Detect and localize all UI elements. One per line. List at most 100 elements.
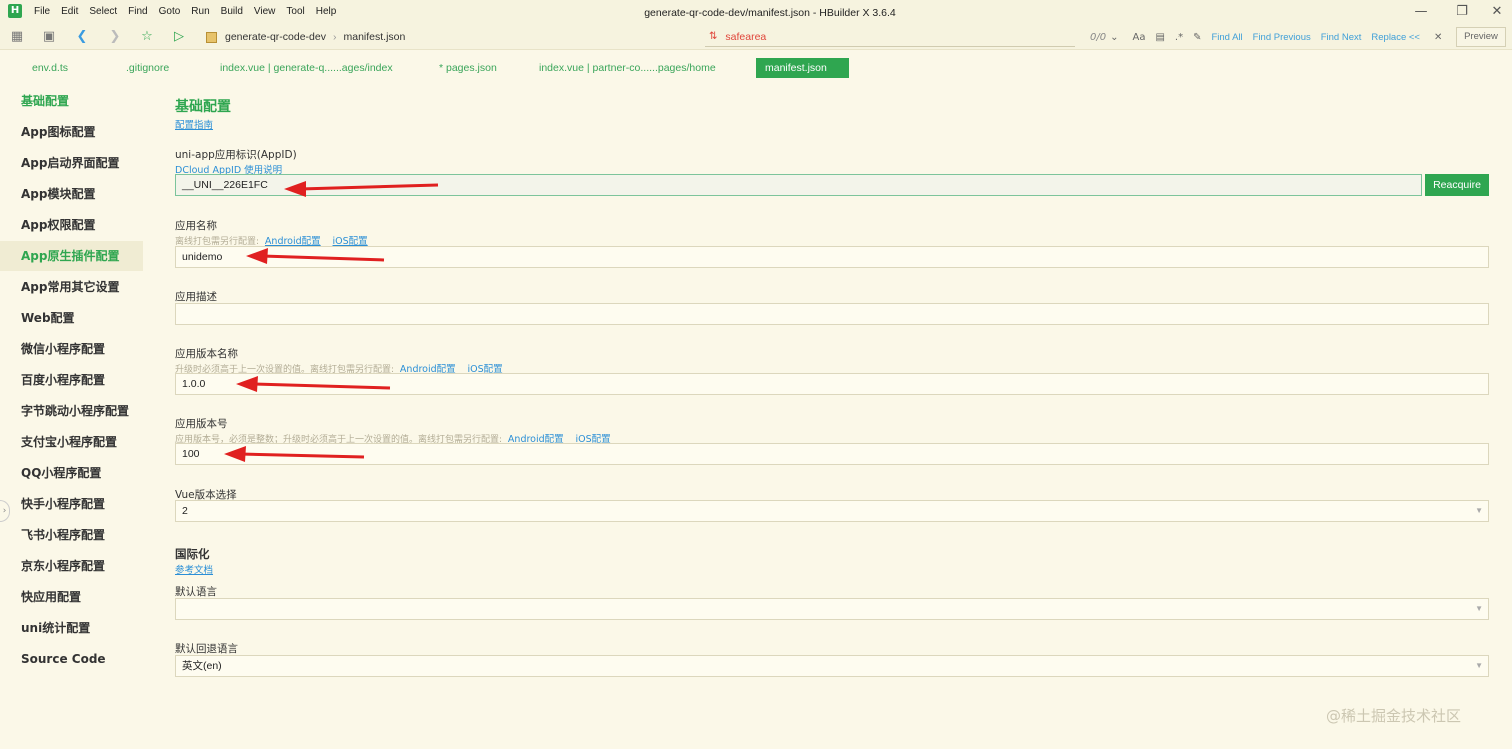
- sidebar-item-toutiao[interactable]: 字节跳动小程序配置: [0, 396, 143, 426]
- menu-run[interactable]: Run: [191, 0, 209, 24]
- sidebar-item-app-other[interactable]: App常用其它设置: [0, 272, 143, 302]
- save-icon[interactable]: ▣: [40, 28, 58, 46]
- sidebar-item-app-native-plugins[interactable]: App原生插件配置: [0, 241, 143, 271]
- page-title: 基础配置: [175, 99, 231, 115]
- sidebar-item-app-icon[interactable]: App图标配置: [0, 117, 143, 147]
- find-query: safearea: [725, 30, 767, 43]
- watermark: @稀土掘金技术社区: [1326, 707, 1462, 725]
- find-next-button[interactable]: Find Next: [1321, 32, 1362, 43]
- sidebar-item-qq[interactable]: QQ小程序配置: [0, 458, 143, 488]
- i18n-doc-link[interactable]: 参考文档: [175, 562, 213, 576]
- sidebar-item-app-splash[interactable]: App启动界面配置: [0, 148, 143, 178]
- menu-tool[interactable]: Tool: [286, 0, 304, 24]
- breadcrumb-separator-icon: ›: [332, 31, 337, 43]
- fallback-lang-label: 默认回退语言: [175, 643, 238, 655]
- sidebar-item-source-code[interactable]: Source Code: [0, 644, 143, 674]
- preview-button[interactable]: Preview: [1456, 27, 1506, 47]
- regex-icon[interactable]: .*: [1175, 32, 1183, 43]
- forward-icon[interactable]: ❯: [106, 28, 124, 46]
- app-name-hint: 离线打包需另行配置: Android配置 iOS配置: [175, 233, 374, 247]
- chevron-down-icon: ▼: [1475, 661, 1483, 670]
- toolbar: ▦ ▣ ❮ ❯ ☆ ▷ generate-qr-code-dev › manif…: [0, 24, 1512, 50]
- sidebar-item-alipay[interactable]: 支付宝小程序配置: [0, 427, 143, 457]
- maximize-icon[interactable]: ❐: [1453, 3, 1471, 21]
- editor-tab-bar: env.d.ts .gitignore index.vue | generate…: [0, 58, 1512, 78]
- tab-index-vue-generate[interactable]: index.vue | generate-q......ages/index: [220, 58, 393, 78]
- sidebar-item-app-permissions[interactable]: App权限配置: [0, 210, 143, 240]
- appid-field[interactable]: __UNI__226E1FC: [175, 174, 1422, 196]
- chevron-down-icon[interactable]: ⌄: [1110, 32, 1118, 43]
- title-bar: H File Edit Select Find Goto Run Build V…: [0, 0, 1512, 24]
- sidebar-item-web[interactable]: Web配置: [0, 303, 143, 333]
- match-case-icon[interactable]: Aa: [1132, 32, 1145, 43]
- version-name-label: 应用版本名称: [175, 348, 238, 360]
- sidebar-item-quickapp[interactable]: 快应用配置: [0, 582, 143, 612]
- sidebar-item-feishu[interactable]: 飞书小程序配置: [0, 520, 143, 550]
- app-name-label: 应用名称: [175, 220, 217, 232]
- tab-pages-json[interactable]: * pages.json: [439, 58, 497, 78]
- config-sidebar: 基础配置 App图标配置 App启动界面配置 App模块配置 App权限配置 A…: [0, 86, 143, 749]
- search-regex-icon: ⇅: [709, 31, 718, 42]
- find-previous-button[interactable]: Find Previous: [1253, 32, 1311, 43]
- tab-env-d-ts[interactable]: env.d.ts: [32, 58, 68, 78]
- menu-select[interactable]: Select: [89, 0, 117, 24]
- menu-view[interactable]: View: [254, 0, 276, 24]
- file-icon[interactable]: ▦: [8, 28, 26, 46]
- sidebar-item-uni-stat[interactable]: uni统计配置: [0, 613, 143, 643]
- minimize-icon[interactable]: —: [1412, 3, 1430, 21]
- project-folder-icon: [206, 31, 217, 43]
- close-find-icon[interactable]: ✕: [1434, 32, 1442, 43]
- breadcrumb-project[interactable]: generate-qr-code-dev: [225, 31, 326, 43]
- menu-help[interactable]: Help: [316, 0, 337, 24]
- menu-find[interactable]: Find: [128, 0, 147, 24]
- app-desc-label: 应用描述: [175, 291, 217, 303]
- breadcrumb-file[interactable]: manifest.json: [343, 31, 405, 43]
- config-form: 基础配置 配置指南 uni-app应用标识(AppID) DCloud AppI…: [145, 86, 1512, 749]
- version-code-field[interactable]: 100: [175, 443, 1489, 465]
- fallback-lang-value: 英文(en): [182, 660, 222, 672]
- sidebar-item-baidu[interactable]: 百度小程序配置: [0, 365, 143, 395]
- sidebar-item-jd[interactable]: 京东小程序配置: [0, 551, 143, 581]
- vue-version-select[interactable]: 2 ▼: [175, 500, 1489, 522]
- back-icon[interactable]: ❮: [73, 28, 91, 46]
- find-all-button[interactable]: Find All: [1211, 32, 1242, 43]
- tab-gitignore[interactable]: .gitignore: [126, 58, 169, 78]
- i18n-title: 国际化: [175, 547, 210, 561]
- run-icon[interactable]: ▷: [170, 28, 188, 46]
- appid-label: uni-app应用标识(AppID): [175, 149, 297, 161]
- menu-bar: File Edit Select Find Goto Run Build Vie…: [34, 0, 347, 24]
- close-icon[interactable]: ✕: [1488, 3, 1506, 21]
- version-name-field[interactable]: 1.0.0: [175, 373, 1489, 395]
- config-guide-link[interactable]: 配置指南: [175, 117, 213, 131]
- version-code-label: 应用版本号: [175, 418, 228, 430]
- find-count: 0/0: [1090, 31, 1107, 43]
- tab-index-vue-partner[interactable]: index.vue | partner-co......pages/home: [539, 58, 716, 78]
- window-title: generate-qr-code-dev/manifest.json - HBu…: [644, 7, 896, 19]
- replace-toggle-button[interactable]: Replace <<: [1371, 32, 1420, 43]
- chevron-down-icon: ▼: [1475, 506, 1483, 515]
- find-bar: ⇅ safearea 0/0 ⌄ Aa ▤ .* ✎ Find All Find…: [705, 26, 1445, 48]
- sidebar-item-basic[interactable]: 基础配置: [0, 86, 143, 116]
- default-lang-label: 默认语言: [175, 586, 217, 598]
- menu-goto[interactable]: Goto: [159, 0, 181, 24]
- app-name-field[interactable]: unidemo: [175, 246, 1489, 268]
- menu-edit[interactable]: Edit: [61, 0, 78, 24]
- sidebar-item-kuaishou[interactable]: 快手小程序配置: [0, 489, 143, 519]
- menu-build[interactable]: Build: [221, 0, 243, 24]
- vue-version-value: 2: [182, 505, 188, 517]
- sidebar-item-weixin[interactable]: 微信小程序配置: [0, 334, 143, 364]
- breadcrumb: generate-qr-code-dev › manifest.json: [206, 24, 405, 50]
- fallback-lang-select[interactable]: 英文(en) ▼: [175, 655, 1489, 677]
- hbuilder-logo-icon: H: [8, 4, 22, 18]
- default-lang-select[interactable]: ▼: [175, 598, 1489, 620]
- app-desc-field[interactable]: [175, 303, 1489, 325]
- whole-word-icon[interactable]: ▤: [1155, 32, 1164, 43]
- tab-manifest-json[interactable]: manifest.json: [756, 58, 849, 78]
- chevron-down-icon: ▼: [1475, 604, 1483, 613]
- bookmark-star-icon[interactable]: ☆: [138, 28, 156, 46]
- find-input[interactable]: ⇅ safearea: [705, 27, 1075, 47]
- highlight-icon[interactable]: ✎: [1193, 32, 1201, 43]
- sidebar-item-app-modules[interactable]: App模块配置: [0, 179, 143, 209]
- reacquire-button[interactable]: Reacquire: [1425, 174, 1489, 196]
- menu-file[interactable]: File: [34, 0, 50, 24]
